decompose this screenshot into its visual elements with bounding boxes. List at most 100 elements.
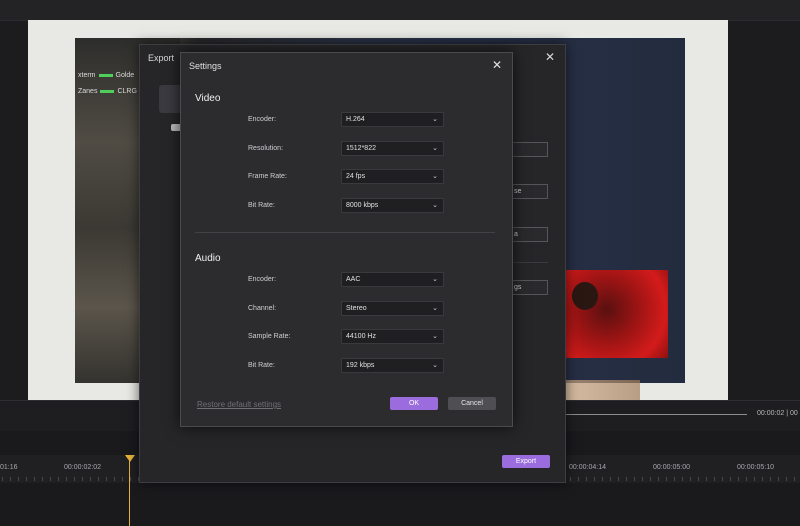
ruler-tick — [674, 477, 675, 481]
ruler-tick — [34, 477, 35, 481]
ruler-tick — [594, 477, 595, 481]
export-divider — [510, 262, 548, 263]
ruler-tick — [778, 477, 779, 481]
frame-rate-select[interactable]: 24 fps ⌄ — [341, 169, 444, 184]
chevron-down-icon: ⌄ — [432, 145, 438, 152]
ruler-tick — [666, 477, 667, 481]
chevron-down-icon: ⌄ — [432, 173, 438, 180]
select-value: 1512*822 — [346, 145, 376, 152]
export-field[interactable] — [510, 142, 548, 157]
select-value: Stereo — [346, 305, 367, 312]
ruler-tick — [602, 477, 603, 481]
hud-player-name: Zanes — [78, 88, 98, 95]
hud-player-row: Zanes CLRG — [78, 88, 137, 95]
ruler-tick — [618, 477, 619, 481]
ruler-tick — [82, 477, 83, 481]
ruler-tick — [642, 477, 643, 481]
playhead-line[interactable] — [129, 458, 130, 526]
close-icon[interactable]: ✕ — [545, 50, 555, 64]
ruler-tick — [786, 477, 787, 481]
ruler-tick — [698, 477, 699, 481]
ruler-tick — [746, 477, 747, 481]
audio-section-title: Audio — [195, 253, 221, 264]
ruler-tick — [690, 477, 691, 481]
ruler-tick — [26, 477, 27, 481]
settings-dialog: Settings ✕ Video Encoder: H.264 ⌄ Resolut… — [180, 52, 513, 427]
frame-rate-label: Frame Rate: — [248, 173, 287, 180]
audio-bit-rate-select[interactable]: 192 kbps ⌄ — [341, 358, 444, 373]
select-value: H.264 — [346, 116, 365, 123]
resolution-label: Resolution: — [248, 145, 284, 152]
ruler-tick — [42, 477, 43, 481]
ruler-tick — [90, 477, 91, 481]
hud-player-tag: Golde — [115, 72, 135, 79]
select-value: 192 kbps — [346, 362, 375, 369]
ruler-tick — [98, 477, 99, 481]
ruler-tick — [738, 477, 739, 481]
close-icon[interactable]: ✕ — [492, 58, 502, 72]
ruler-tick — [50, 477, 51, 481]
ruler-tick — [714, 477, 715, 481]
sample-rate-select[interactable]: 44100 Hz ⌄ — [341, 329, 444, 344]
ruler-tick — [74, 477, 75, 481]
hud-weapon-icon — [98, 73, 113, 77]
export-field[interactable]: se — [510, 184, 548, 199]
video-bit-rate-label: Bit Rate: — [248, 202, 275, 209]
ruler-tick — [682, 477, 683, 481]
audio-encoder-select[interactable]: AAC ⌄ — [341, 272, 444, 287]
chevron-down-icon: ⌄ — [432, 276, 438, 283]
restore-defaults-link[interactable]: Restore default settings — [197, 400, 281, 409]
ruler-tick — [650, 477, 651, 481]
ruler-tick — [770, 477, 771, 481]
cancel-button[interactable]: Cancel — [448, 397, 496, 410]
channel-select[interactable]: Stereo ⌄ — [341, 301, 444, 316]
video-section-title: Video — [195, 93, 221, 104]
ruler-tick — [2, 477, 3, 481]
ruler-tick — [610, 477, 611, 481]
ruler-tick — [634, 477, 635, 481]
video-bit-rate-select[interactable]: 8000 kbps ⌄ — [341, 198, 444, 213]
playhead-handle[interactable] — [125, 455, 135, 462]
ruler-tick — [762, 477, 763, 481]
ruler-tick — [794, 477, 795, 481]
export-field[interactable]: a — [510, 227, 548, 242]
hud-player-row: xterm Golde — [78, 72, 134, 79]
resolution-select[interactable]: 1512*822 ⌄ — [341, 141, 444, 156]
video-encoder-label: Encoder: — [248, 116, 277, 123]
chevron-down-icon: ⌄ — [432, 333, 438, 340]
ruler-tick — [130, 477, 131, 481]
section-divider — [195, 232, 495, 233]
ruler-label: 00:00:04:14 — [569, 464, 606, 471]
audio-encoder-label: Encoder: — [248, 276, 277, 283]
ruler-tick — [66, 477, 67, 481]
app-top-bar — [0, 0, 800, 21]
playback-progress-track[interactable] — [565, 414, 747, 415]
chevron-down-icon: ⌄ — [432, 116, 438, 123]
ruler-tick — [586, 477, 587, 481]
ruler-tick — [114, 477, 115, 481]
export-button[interactable]: Export — [502, 455, 550, 468]
channel-label: Channel: — [248, 305, 277, 312]
hud-player-name: xterm — [78, 72, 96, 79]
ruler-tick — [10, 477, 11, 481]
pip-person — [572, 282, 598, 310]
sample-rate-label: Sample Rate: — [248, 333, 291, 340]
ruler-label: 01:16 — [0, 464, 18, 471]
ruler-tick — [570, 477, 571, 481]
ruler-label: 00:00:02:02 — [64, 464, 101, 471]
export-settings-button[interactable]: gs — [510, 280, 548, 295]
ruler-label: 00:00:05:00 — [653, 464, 690, 471]
video-encoder-select[interactable]: H.264 ⌄ — [341, 112, 444, 127]
ruler-tick — [18, 477, 19, 481]
hud-player-tag: CLRG — [117, 88, 137, 95]
ruler-tick — [658, 477, 659, 481]
chevron-down-icon: ⌄ — [432, 362, 438, 369]
ruler-tick — [58, 477, 59, 481]
audio-bit-rate-label: Bit Rate: — [248, 362, 275, 369]
ruler-tick — [754, 477, 755, 481]
ruler-label: 00:00:05:10 — [737, 464, 774, 471]
ok-button[interactable]: OK — [390, 397, 438, 410]
select-value: 44100 Hz — [346, 333, 376, 340]
ruler-tick — [122, 477, 123, 481]
ruler-tick — [706, 477, 707, 481]
